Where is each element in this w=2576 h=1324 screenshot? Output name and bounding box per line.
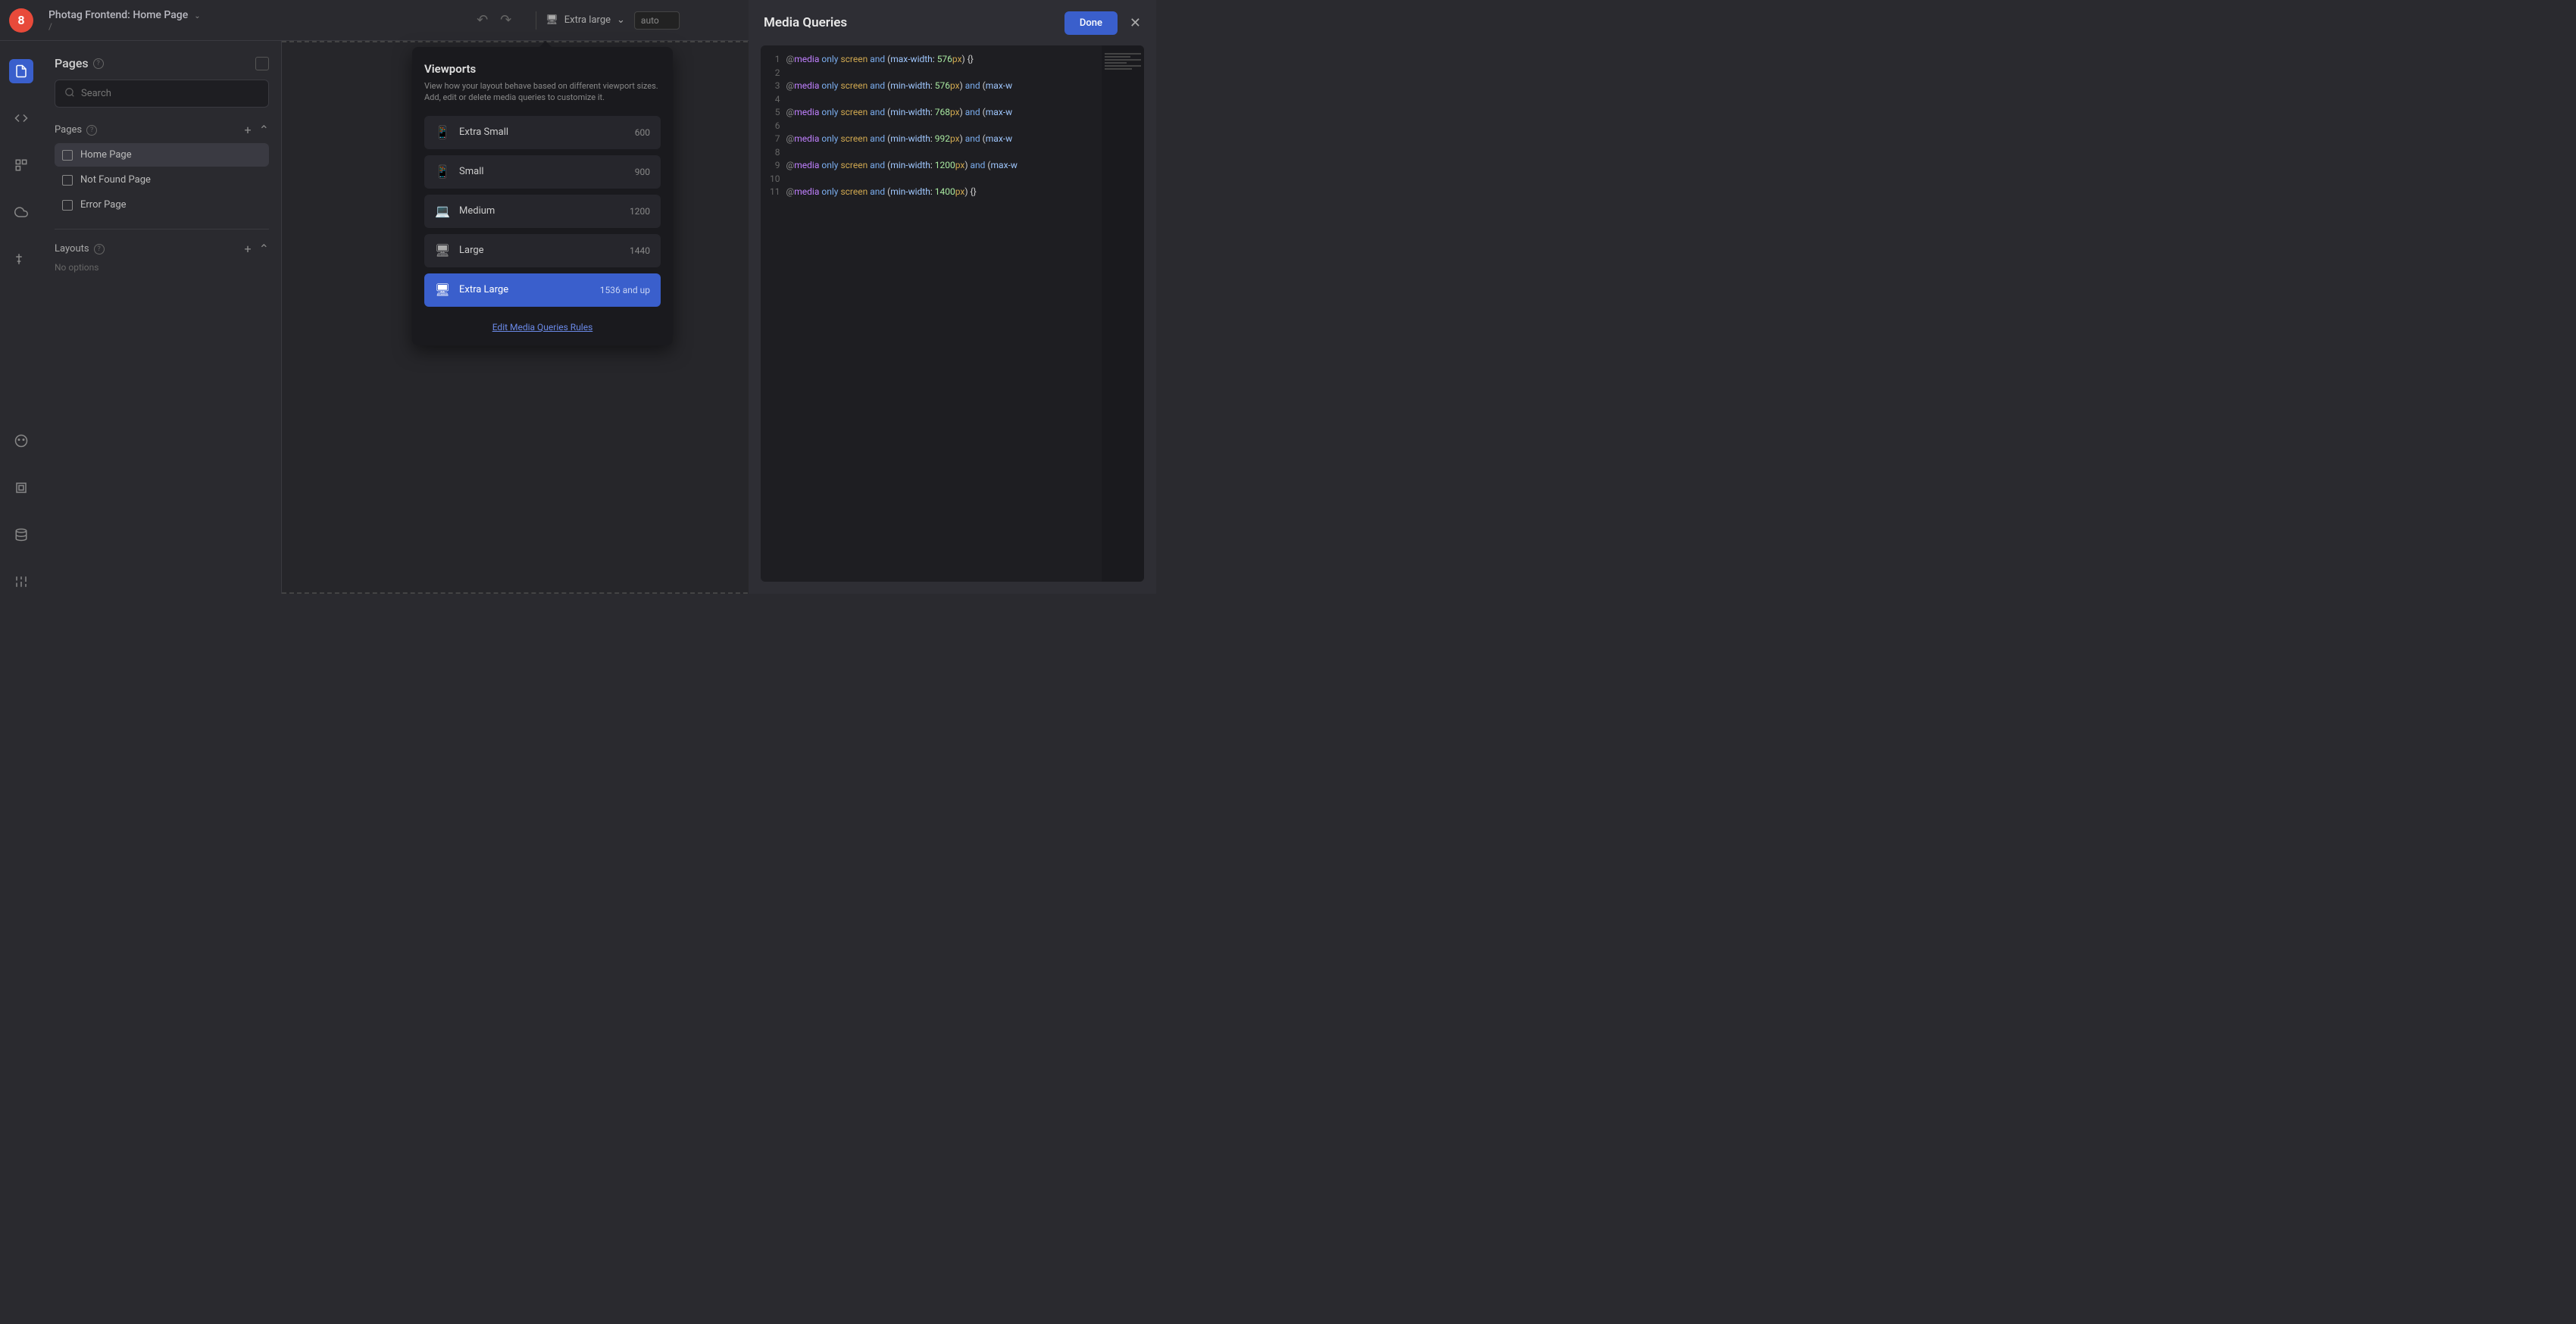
viewport-small[interactable]: 📱 Small 900 [424,155,661,189]
viewport-extra-small[interactable]: 📱 Extra Small 600 [424,116,661,149]
minimap[interactable] [1102,45,1144,582]
help-icon[interactable]: ? [93,58,104,69]
close-icon[interactable]: ✕ [1130,15,1141,31]
breadcrumb[interactable]: Photag Frontend: Home Page⌄ / [48,9,201,32]
chevron-down-icon: ⌄ [194,12,200,20]
plus-icon[interactable]: + [245,123,252,137]
code-tab-icon[interactable] [9,106,33,130]
viewports-popover: Viewports View how your layout behave ba… [412,47,673,345]
drawer-title: Media Queries [764,15,847,30]
page-item-error[interactable]: Error Page [55,193,269,217]
viewport-extra-large[interactable]: 🖥 Extra Large 1536 and up [424,273,661,307]
laptop-icon: 💻 [435,204,450,219]
chevron-up-icon[interactable]: ⌃ [259,123,269,137]
mobile-icon: 📱 [435,164,450,180]
palette-tab-icon[interactable] [9,429,33,453]
desktop-icon: 🖥 [435,283,450,298]
popover-title: Viewports [424,62,661,76]
sliders-tab-icon[interactable] [9,570,33,594]
viewport-large[interactable]: 🖥 Large 1440 [424,234,661,267]
components-tab-icon[interactable] [9,153,33,177]
page-icon [62,150,73,161]
edit-media-queries-link[interactable]: Edit Media Queries Rules [492,322,593,333]
divider [55,229,269,230]
page-item-notfound[interactable]: Not Found Page [55,168,269,192]
help-icon[interactable]: ? [94,244,105,254]
function-tab-icon[interactable] [9,247,33,271]
plus-icon[interactable]: + [245,242,252,256]
page-item-home[interactable]: Home Page [55,143,269,167]
page-icon [62,200,73,211]
mobile-icon: 📱 [435,125,450,140]
desktop-icon: 🖥 [546,14,558,26]
chevron-down-icon: ⌄ [617,14,625,26]
done-button[interactable]: Done [1064,11,1118,35]
desktop-icon: 🖥 [435,243,450,258]
viewport-medium[interactable]: 💻 Medium 1200 [424,195,661,228]
search-input[interactable] [55,80,269,108]
cloud-tab-icon[interactable] [9,200,33,224]
popover-desc: View how your layout behave based on dif… [424,80,661,104]
search-icon [64,86,75,101]
layouts-section-label: Layouts [55,243,89,254]
panel-title: Pages [55,56,89,70]
database-tab-icon[interactable] [9,523,33,547]
pages-tab-icon[interactable] [9,59,33,83]
pages-section-label: Pages [55,124,82,136]
help-icon[interactable]: ? [86,125,97,136]
viewport-selector[interactable]: 🖥 Extra large ⌄ [546,14,625,26]
redo-icon[interactable]: ↷ [500,12,511,28]
page-icon [62,175,73,186]
logo[interactable]: 8 [9,8,33,33]
box-tab-icon[interactable] [9,476,33,500]
undo-icon[interactable]: ↶ [477,12,488,28]
no-options-label: No options [55,262,269,273]
code-editor[interactable]: 1234567891011 @media only screen and (ma… [761,45,1144,582]
toggle-box[interactable] [255,57,269,70]
size-input[interactable] [634,11,680,30]
chevron-up-icon[interactable]: ⌃ [259,242,269,256]
